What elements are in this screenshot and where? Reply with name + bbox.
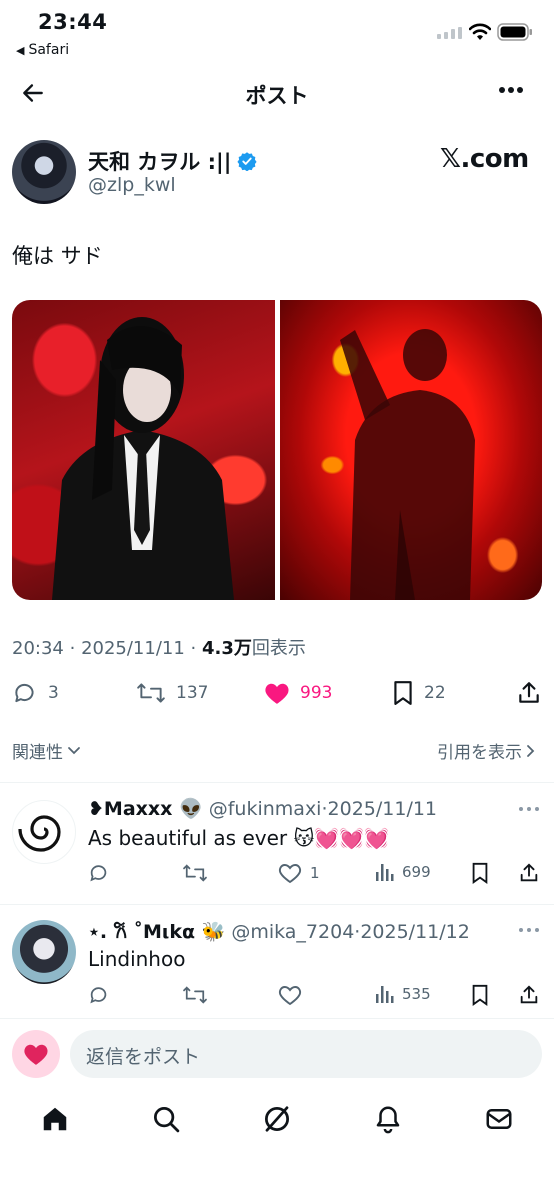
post-meta: 20:34 · 2025/11/11 · 4.3万回表示 [12,638,306,659]
back-app-label: Safari [28,42,70,58]
reply-handle[interactable]: @mika_7204 [231,921,354,943]
reply-handle[interactable]: @fukinmaxi [209,798,322,820]
views-chart-icon [374,862,394,882]
grok-icon[interactable] [262,1104,292,1134]
post-photo-1[interactable] [12,300,275,600]
messages-icon[interactable] [484,1104,514,1134]
view-quotes-label: 引用を表示 [437,743,522,763]
reply-display-name[interactable]: ❥Maxxx 👽 [88,798,203,820]
verified-badge-icon [237,151,257,171]
repost-icon [136,680,166,706]
share-icon [518,984,540,1006]
composer-emoji-avatar[interactable] [12,1030,60,1078]
reply-count: 3 [48,683,59,703]
search-icon[interactable] [151,1104,181,1134]
post-photo-2[interactable] [279,300,542,600]
back-triangle-icon: ◀ [16,43,25,57]
reply-icon [12,680,38,706]
sort-dropdown[interactable]: 関連性 [12,738,81,763]
reply-text: Lindinhoo [88,947,186,971]
view-count-label: 回表示 [251,638,306,659]
author-handle[interactable]: @zlp_kwl [88,174,176,196]
heart-icon [278,984,302,1006]
author-name[interactable]: 天和 カヲル :|| [88,146,257,176]
like-count: 993 [300,683,333,703]
bookmark-button[interactable]: 22 [392,678,446,708]
notifications-icon[interactable] [373,1104,403,1134]
reply-like-button[interactable] [278,984,310,1006]
reply-display-name[interactable]: ⋆. 𐙚 ˚Mιkα 🐝 [88,921,225,943]
red-heart-icon [23,1042,49,1066]
author-avatar[interactable] [12,140,76,204]
like-button[interactable]: 993 [264,678,332,708]
reply-more-icon[interactable] [518,927,540,933]
divider [0,1018,554,1019]
repost-icon [182,984,208,1006]
reply-repost-button[interactable] [182,862,208,884]
reply-view-count: 699 [402,863,431,881]
more-options-icon[interactable] [498,86,524,94]
back-arrow-icon[interactable] [20,80,46,106]
post-date: 2025/11/11 [81,638,185,659]
reply-text: As beautiful as ever 😽💓💓💓 [88,826,390,850]
post-time: 20:34 [12,638,64,659]
reply-avatar[interactable] [12,920,76,984]
reply-date: 2025/11/12 [360,921,470,943]
repost-count: 137 [176,683,209,703]
chevron-right-icon [526,744,536,758]
share-button[interactable] [516,678,542,708]
view-quotes-link[interactable]: 引用を表示 [437,738,536,763]
heart-filled-icon [264,681,290,705]
post-media[interactable] [12,300,542,600]
chevron-down-icon [67,746,81,756]
reply-like-count: 1 [310,864,320,882]
reply-avatar[interactable] [12,800,76,864]
reply-bookmark-button[interactable] [470,984,490,1006]
bookmark-icon [470,862,490,884]
reply-date: 2025/11/11 [327,798,438,820]
bookmark-icon [470,984,490,1006]
views-chart-icon [374,984,394,1004]
repost-icon [182,862,208,884]
home-icon[interactable] [40,1104,70,1134]
author-display-name: 天和 カヲル :|| [88,150,232,174]
status-time: 23:44 [38,10,108,34]
reply-icon [88,984,110,1006]
divider [0,904,554,905]
share-icon [516,680,542,706]
reply-like-button[interactable]: 1 [278,862,320,884]
reply-view-count: 535 [402,985,431,1003]
sort-label: 関連性 [12,743,63,763]
reply-button[interactable]: 3 [12,678,59,708]
bookmark-icon [392,680,414,706]
back-to-app[interactable]: ◀ Safari [16,42,69,58]
repost-button[interactable]: 137 [136,678,208,708]
reply-header: ⋆. 𐙚 ˚Mιkα 🐝 @mika_7204·2025/11/12 [88,921,470,943]
share-icon [518,862,540,884]
battery-icon [497,23,533,41]
view-count: 4.3万 [202,638,252,659]
reply-icon [88,862,110,884]
reply-views-button[interactable]: 699 [374,862,431,882]
reply-share-button[interactable] [518,862,540,884]
page-title: ポスト [245,84,309,108]
x-com-logo: 𝕏.com [440,144,529,174]
reply-more-icon[interactable] [518,806,540,812]
reply-repost-button[interactable] [182,984,208,1006]
reply-views-button[interactable]: 535 [374,984,431,1004]
reply-bookmark-button[interactable] [470,862,490,884]
heart-icon [278,862,302,884]
wifi-icon [469,23,491,41]
reply-reply-button[interactable] [88,862,110,884]
post-text: 俺は サド [12,244,103,268]
cellular-signal-icon [437,27,463,39]
reply-header: ❥Maxxx 👽 @fukinmaxi·2025/11/11 [88,798,438,820]
reply-composer-input[interactable]: 返信をポスト [70,1030,542,1078]
bookmark-count: 22 [424,683,446,703]
divider [0,782,554,783]
reply-reply-button[interactable] [88,984,110,1006]
reply-share-button[interactable] [518,984,540,1006]
